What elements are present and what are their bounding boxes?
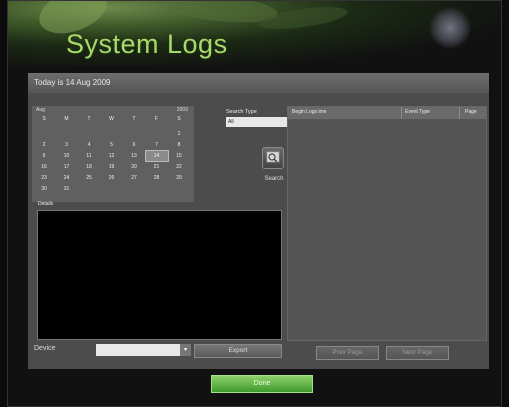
done-button[interactable]: Done bbox=[211, 375, 313, 393]
log-table[interactable]: Begin Logs ime Event Type Page bbox=[287, 106, 487, 341]
calendar-day[interactable]: 27 bbox=[123, 173, 145, 183]
calendar-weekday: F bbox=[154, 116, 159, 122]
calendar-day bbox=[56, 129, 78, 139]
date-bar: Today is 14 Aug 2009 bbox=[28, 73, 489, 93]
column-header[interactable]: Event Type bbox=[405, 109, 430, 115]
calendar-day[interactable]: 3 bbox=[56, 140, 78, 150]
magnifier-icon bbox=[262, 147, 284, 169]
calendar-day[interactable]: 30 bbox=[33, 184, 55, 194]
calendar-day[interactable]: 28 bbox=[146, 173, 168, 183]
calendar-header: Aug 2009 bbox=[32, 106, 194, 115]
calendar-day[interactable]: 2 bbox=[33, 140, 55, 150]
calendar-day[interactable]: 9 bbox=[33, 151, 55, 161]
search-type-label: Search Type bbox=[226, 109, 257, 115]
device-label: Device bbox=[34, 345, 56, 352]
calendar-day bbox=[146, 184, 168, 194]
chevron-down-icon[interactable]: ▾ bbox=[180, 344, 191, 356]
bokeh-decoration bbox=[429, 7, 471, 49]
calendar-weekday: S bbox=[42, 116, 46, 122]
calendar-day[interactable]: 17 bbox=[56, 162, 78, 172]
calendar-day[interactable]: 18 bbox=[78, 162, 100, 172]
calendar-day[interactable]: 19 bbox=[101, 162, 123, 172]
calendar-day bbox=[33, 129, 55, 139]
calendar-weekday: W bbox=[109, 116, 114, 122]
calendar-day[interactable]: 21 bbox=[146, 162, 168, 172]
calendar[interactable]: Aug 2009 SMTWTFS 1 2 3 4 5 6 7 8 9 10 11 12 13 14 15 16… bbox=[32, 106, 194, 202]
column-header[interactable]: Page bbox=[465, 109, 477, 115]
calendar-day bbox=[146, 129, 168, 139]
calendar-day bbox=[101, 184, 123, 194]
calendar-day[interactable]: 12 bbox=[101, 151, 123, 161]
log-table-header: Begin Logs ime Event Type Page bbox=[288, 107, 486, 119]
calendar-day[interactable]: 26 bbox=[101, 173, 123, 183]
calendar-day[interactable]: 10 bbox=[56, 151, 78, 161]
calendar-day[interactable]: 13 bbox=[123, 151, 145, 161]
calendar-weekday: S bbox=[177, 116, 181, 122]
calendar-day[interactable]: 23 bbox=[33, 173, 55, 183]
calendar-day[interactable]: 22 bbox=[168, 162, 190, 172]
search-type-value: All bbox=[228, 119, 234, 125]
calendar-day bbox=[78, 129, 100, 139]
calendar-day[interactable]: 29 bbox=[168, 173, 190, 183]
calendar-day[interactable]: 25 bbox=[78, 173, 100, 183]
calendar-month[interactable]: Aug bbox=[36, 107, 45, 113]
calendar-day bbox=[123, 129, 145, 139]
details-label: Details bbox=[38, 201, 54, 207]
header-banner: System Logs bbox=[8, 1, 501, 67]
calendar-day[interactable]: 15 bbox=[168, 151, 190, 161]
calendar-day[interactable]: 20 bbox=[123, 162, 145, 172]
calendar-day[interactable]: 5 bbox=[101, 140, 123, 150]
page-title: System Logs bbox=[66, 29, 228, 59]
calendar-day bbox=[123, 184, 145, 194]
next-page-button[interactable]: Next Page bbox=[386, 346, 449, 360]
calendar-day[interactable]: 16 bbox=[33, 162, 55, 172]
calendar-year[interactable]: 2009 bbox=[177, 107, 188, 113]
details-box bbox=[37, 210, 282, 340]
device-select[interactable]: ▾ bbox=[96, 344, 191, 356]
calendar-day[interactable]: 6 bbox=[123, 140, 145, 150]
calendar-day[interactable]: 4 bbox=[78, 140, 100, 150]
calendar-weekday: T bbox=[87, 116, 91, 122]
calendar-weekday: M bbox=[64, 116, 69, 122]
calendar-day[interactable]: 8 bbox=[168, 140, 190, 150]
calendar-weekdays: SMTWTFS bbox=[32, 115, 194, 124]
column-header[interactable]: Begin Logs ime bbox=[292, 109, 326, 115]
calendar-day[interactable]: 31 bbox=[56, 184, 78, 194]
column-divider bbox=[459, 107, 460, 119]
column-divider bbox=[401, 107, 402, 119]
export-button[interactable]: Export bbox=[194, 344, 282, 358]
calendar-day bbox=[168, 184, 190, 194]
calendar-day bbox=[101, 129, 123, 139]
prev-page-button[interactable]: Prev Page bbox=[316, 346, 379, 360]
calendar-day[interactable]: 14 bbox=[144, 150, 169, 162]
calendar-weekday: T bbox=[132, 116, 136, 122]
calendar-day[interactable]: 1 bbox=[168, 129, 190, 139]
calendar-day bbox=[78, 184, 100, 194]
calendar-day[interactable]: 7 bbox=[146, 140, 168, 150]
calendar-day[interactable]: 11 bbox=[78, 151, 100, 161]
calendar-day[interactable]: 24 bbox=[56, 173, 78, 183]
